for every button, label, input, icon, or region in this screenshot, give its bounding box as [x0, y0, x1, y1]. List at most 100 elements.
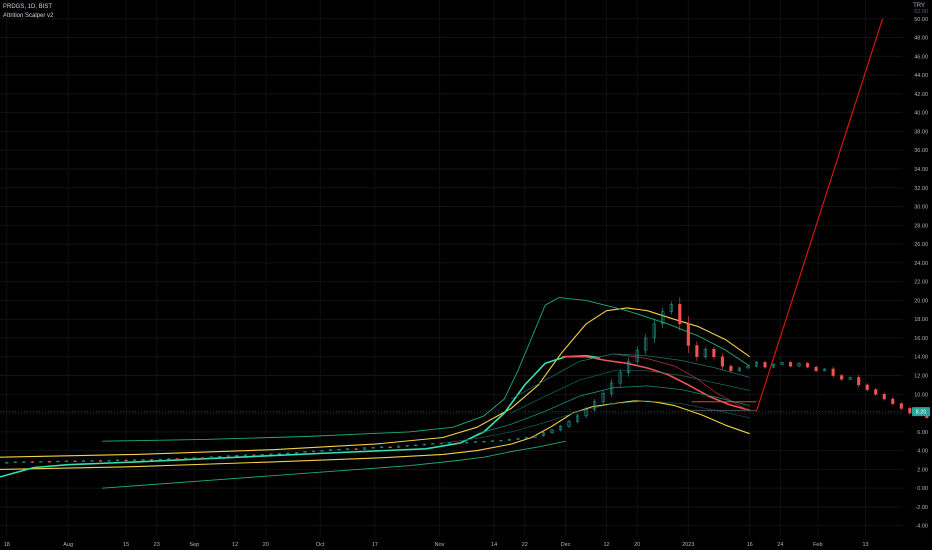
x-tick-label: 23: [154, 542, 160, 548]
candle: [116, 459, 120, 462]
candle: [13, 461, 17, 463]
candle-body: [695, 345, 699, 357]
candle-body: [891, 398, 895, 404]
y-tick-label: -4.00: [915, 524, 928, 530]
y-tick-label: 50.00: [914, 17, 928, 23]
candle-body: [456, 442, 460, 444]
candle: [380, 446, 384, 448]
candle: [47, 460, 51, 463]
candle-body: [874, 389, 878, 395]
candle-body: [806, 363, 810, 368]
y-tick-label: 2.00: [917, 467, 928, 473]
y-tick-label: 12.00: [914, 374, 928, 380]
x-tick-label: Sep: [189, 542, 199, 548]
candle: [814, 365, 818, 373]
y-tick-label: 26.00: [914, 242, 928, 248]
price-chart[interactable]: -4.00-2.000.002.004.006.008.0010.0012.00…: [0, 0, 932, 550]
y-tick-label: 40.00: [914, 111, 928, 117]
candle: [857, 374, 861, 388]
candle: [5, 461, 9, 464]
candle-body: [882, 394, 886, 400]
candle: [209, 456, 213, 459]
candle: [524, 437, 529, 439]
candle-body: [388, 446, 392, 448]
candle: [507, 438, 511, 441]
candle-body: [712, 348, 716, 357]
candle: [397, 445, 401, 448]
candle: [678, 297, 682, 331]
x-tick-label: Oct: [316, 542, 325, 548]
candle: [167, 458, 171, 460]
x-tick-label: Nov: [435, 542, 445, 548]
candle: [516, 437, 520, 440]
candle: [133, 459, 137, 461]
candle: [789, 361, 793, 368]
candle-body: [763, 362, 767, 368]
candle: [150, 459, 154, 461]
candle: [354, 448, 358, 450]
x-tick-label: Dec: [561, 542, 571, 548]
candle: [235, 454, 239, 457]
x-tick-label: 15: [123, 542, 129, 548]
y-tick-label: -2.00: [915, 505, 928, 511]
y-tick-label: 14.00: [914, 355, 928, 361]
x-tick-label: 20: [634, 542, 640, 548]
candle-body: [30, 461, 34, 463]
candle: [652, 318, 656, 343]
x-tick-label: 24: [777, 542, 783, 548]
x-tick-label: 2023: [682, 542, 694, 548]
y-axis[interactable]: -4.00-2.000.002.004.006.008.0010.0012.00…: [914, 9, 928, 530]
y-tick-label: 34.00: [914, 167, 928, 173]
candle: [269, 453, 273, 455]
x-tick-label: 13: [862, 542, 868, 548]
candle: [558, 424, 563, 432]
candle: [499, 439, 503, 442]
candle-body: [175, 458, 179, 460]
candle: [806, 362, 810, 369]
band-green-outer-lower: [102, 440, 566, 489]
y-tick-label: 22.00: [914, 280, 928, 286]
price-badge-label: 8.20: [916, 410, 927, 416]
candle: [184, 457, 188, 460]
candle: [669, 301, 673, 315]
candle: [465, 441, 469, 444]
candle: [39, 460, 43, 463]
candle-body: [899, 403, 903, 409]
candle: [848, 376, 852, 380]
candle: [22, 461, 26, 463]
candle: [158, 458, 162, 461]
y-tick-label: 28.00: [914, 223, 928, 229]
candle: [73, 460, 77, 463]
candle: [371, 446, 375, 449]
candle: [30, 461, 34, 463]
candle: [686, 316, 690, 354]
y-tick-label: 46.00: [914, 54, 928, 60]
y-tick-label: 48.00: [914, 36, 928, 42]
candle-body: [720, 356, 724, 367]
candle: [414, 444, 418, 447]
candle: [712, 346, 716, 360]
candle: [56, 460, 60, 463]
x-tick-label: 14: [491, 542, 497, 548]
candle: [763, 360, 767, 369]
candle: [81, 460, 86, 462]
candle: [823, 368, 827, 372]
x-axis[interactable]: 18 Aug 15 23 Sep 12 20 Oct 17 Nov 14 22 Dec 12 20 2023 1…: [4, 542, 869, 548]
candle: [831, 366, 835, 378]
candle-body: [831, 368, 835, 376]
candle: [797, 362, 801, 368]
candle: [294, 452, 299, 454]
candle: [252, 454, 256, 456]
candle: [277, 452, 281, 455]
candle-body: [73, 460, 77, 463]
candle: [746, 365, 750, 369]
candle: [303, 451, 307, 453]
candle: [771, 363, 776, 369]
price-badge: 8.20: [0, 407, 930, 417]
y-tick-label: 4.00: [917, 449, 928, 455]
candle: [899, 402, 903, 411]
candle: [363, 447, 367, 450]
candle-body: [840, 375, 844, 380]
candle-body: [678, 303, 682, 325]
candle: [218, 455, 222, 458]
